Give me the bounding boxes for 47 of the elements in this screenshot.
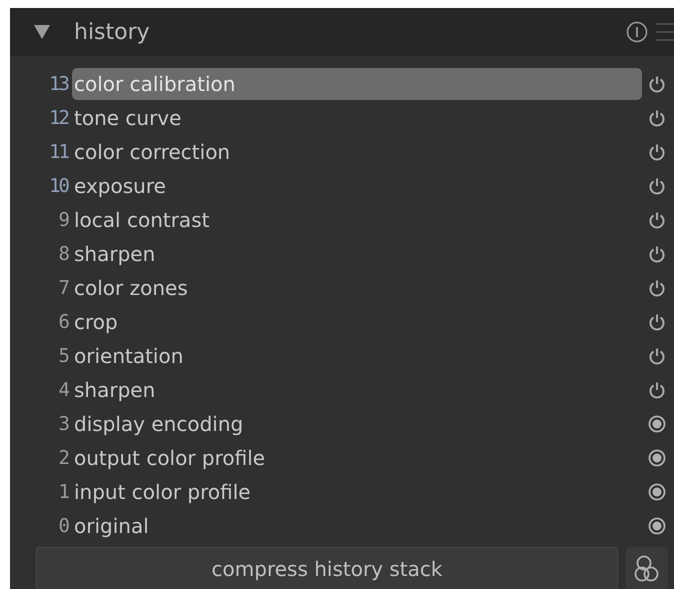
history-item[interactable]: local contrast: [72, 204, 642, 236]
power-icon[interactable]: [648, 381, 666, 399]
step-number: 3: [58, 412, 70, 437]
power-icon[interactable]: [648, 211, 666, 229]
history-item[interactable]: tone curve: [72, 102, 642, 134]
step-number: 12: [48, 106, 70, 131]
history-item[interactable]: color correction: [72, 136, 642, 168]
history-item[interactable]: output color profile: [72, 442, 642, 474]
history-item[interactable]: display encoding: [72, 408, 642, 440]
radio-dot-icon: [648, 449, 666, 467]
radio-dot-icon: [648, 517, 666, 535]
power-icon[interactable]: [648, 279, 666, 297]
info-icon[interactable]: [626, 21, 648, 43]
step-number: 7: [58, 276, 70, 301]
history-item[interactable]: exposure: [72, 170, 642, 202]
step-number: 0: [58, 514, 70, 539]
power-icon[interactable]: [648, 75, 666, 93]
step-number: 2: [58, 446, 70, 471]
history-item[interactable]: color calibration: [72, 68, 642, 100]
radio-dot-icon: [648, 415, 666, 433]
power-icon[interactable]: [648, 347, 666, 365]
compress-button[interactable]: compress history stack: [36, 547, 618, 589]
power-icon[interactable]: [648, 313, 666, 331]
step-number: 13: [48, 72, 70, 97]
step-number: 9: [58, 208, 70, 233]
radio-dot-icon: [648, 483, 666, 501]
history-item[interactable]: original: [72, 510, 642, 542]
panel-title: history: [74, 18, 150, 46]
history-item[interactable]: color zones: [72, 272, 642, 304]
circles-icon[interactable]: [626, 547, 668, 589]
history-item[interactable]: crop: [72, 306, 642, 338]
history-item[interactable]: orientation: [72, 340, 642, 372]
step-number: 6: [58, 310, 70, 335]
power-icon[interactable]: [648, 245, 666, 263]
step-number: 1: [58, 480, 70, 505]
power-icon[interactable]: [648, 143, 666, 161]
step-number: 8: [58, 242, 70, 267]
history-item[interactable]: sharpen: [72, 374, 642, 406]
step-number: 5: [58, 344, 70, 369]
step-number: 11: [48, 140, 70, 165]
step-number: 4: [58, 378, 70, 403]
power-icon[interactable]: [648, 109, 666, 127]
step-number: 10: [48, 174, 70, 199]
power-icon[interactable]: [648, 177, 666, 195]
collapse-triangle-icon[interactable]: [34, 25, 50, 39]
history-item[interactable]: input color profile: [72, 476, 642, 508]
history-item[interactable]: sharpen: [72, 238, 642, 270]
